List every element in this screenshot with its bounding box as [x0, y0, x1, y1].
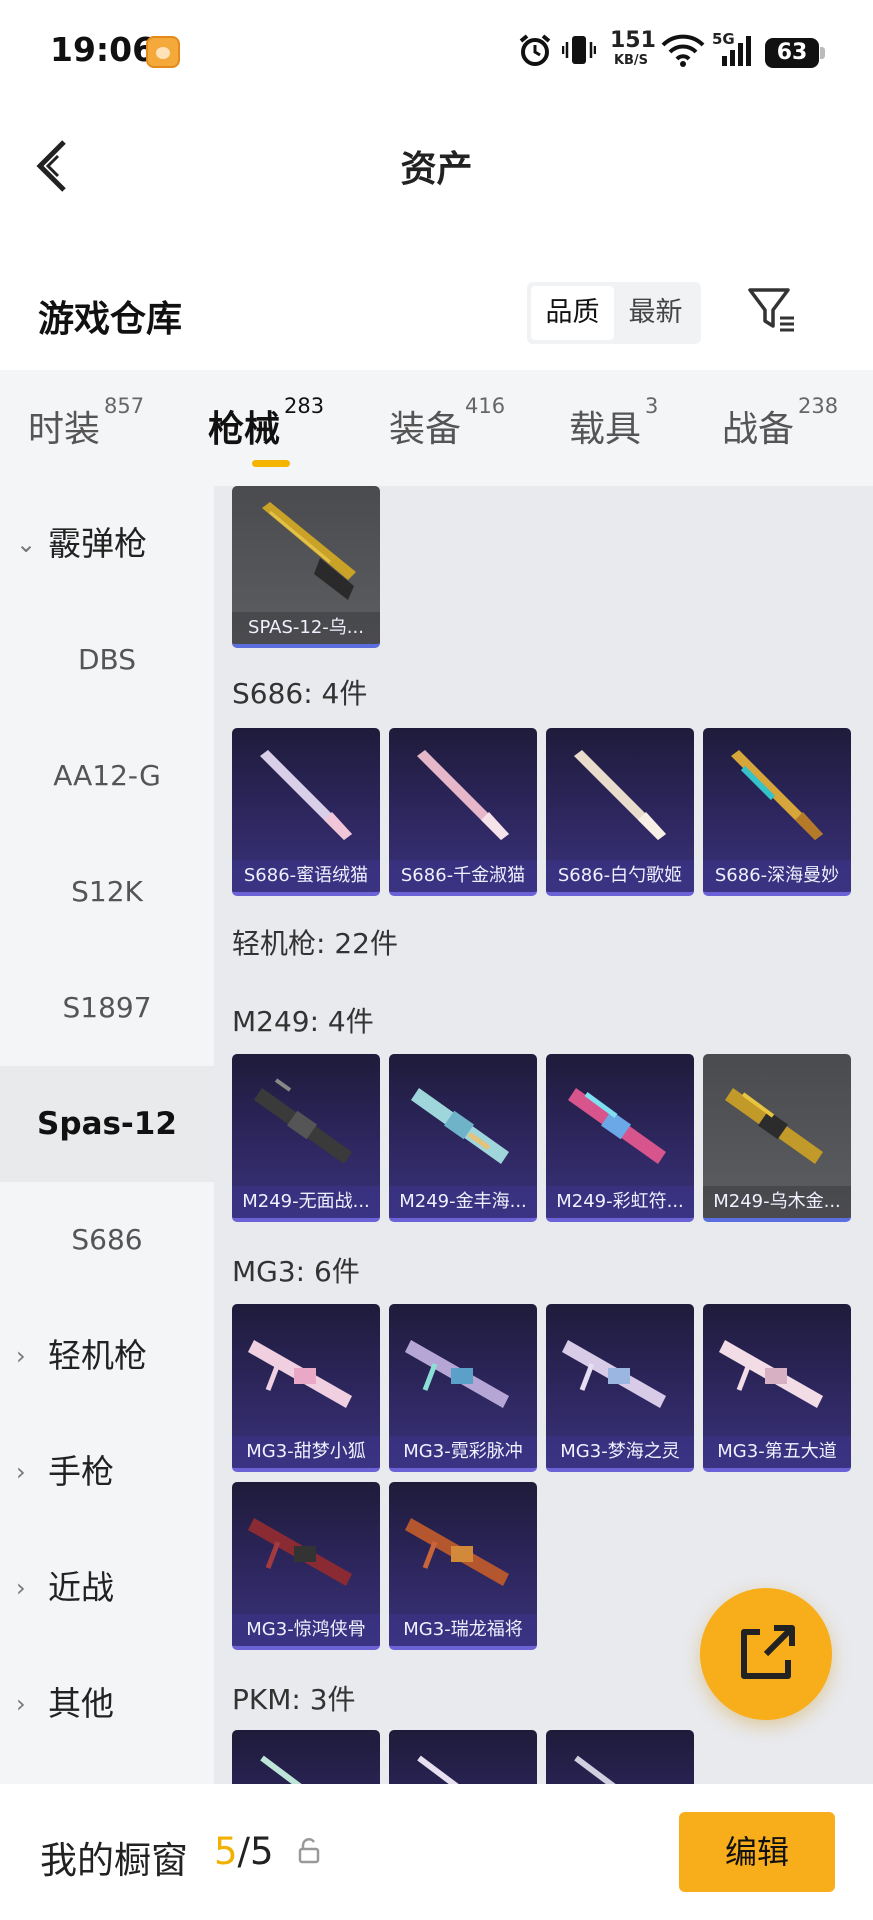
share-button[interactable] [700, 1588, 832, 1720]
weapon-card[interactable]: M249-无面战... [232, 1054, 380, 1222]
weapon-name: M249-无面战... [232, 1186, 380, 1218]
section-header-s686: S686: 4件 [232, 677, 368, 710]
sidebar-item-shotgun[interactable]: ⌄ 霰弹枪 [0, 486, 214, 602]
weapon-name: MG3-第五大道 [703, 1436, 851, 1468]
active-tab-indicator [252, 460, 290, 467]
app-notification-icon [146, 36, 180, 68]
weapon-card[interactable]: M249-乌木金... [703, 1054, 851, 1222]
tab-equipment[interactable]: 装备416 [389, 394, 505, 452]
weapon-name: M249-乌木金... [703, 1186, 851, 1218]
sidebar-item-pistol[interactable]: › 手枪 [0, 1414, 214, 1530]
weapon-name: S686-蜜语绒猫 [232, 860, 380, 892]
sidebar-item-spas12[interactable]: Spas-12 [0, 1066, 214, 1182]
weapon-name: M249-金丰海... [389, 1186, 537, 1218]
warehouse-title: 游戏仓库 [38, 299, 183, 340]
status-time: 19:06 [50, 30, 156, 69]
page-title: 资产 [400, 149, 473, 190]
weapon-name: S686-白勺歌姬 [546, 860, 694, 892]
weapon-card[interactable]: MG3-瑞龙福将 [389, 1482, 537, 1650]
weapon-card[interactable]: S686-千金淑猫 [389, 728, 537, 896]
lock-icon [298, 1838, 320, 1864]
section-header-m249: M249: 4件 [232, 1005, 374, 1038]
weapon-card[interactable]: MG3-第五大道 [703, 1304, 851, 1472]
section-header-pkm: PKM: 3件 [232, 1683, 356, 1716]
weapon-name: MG3-甜梦小狐 [232, 1436, 380, 1468]
sidebar-item-lmg[interactable]: › 轻机枪 [0, 1298, 214, 1414]
alarm-icon [516, 32, 554, 68]
shotgun-image [262, 502, 356, 600]
chevron-right-icon: › [16, 1458, 26, 1486]
sidebar-item-s12k[interactable]: S12K [0, 834, 214, 950]
weapon-card[interactable]: S686-蜜语绒猫 [232, 728, 380, 896]
filter-button[interactable] [746, 284, 798, 336]
sort-quality-option[interactable]: 品质 [531, 286, 614, 340]
share-external-icon [741, 1625, 795, 1679]
edit-button[interactable]: 编辑 [679, 1812, 835, 1892]
weapon-name: S686-深海曼妙 [703, 860, 851, 892]
section-header-mg3: MG3: 6件 [232, 1255, 360, 1288]
sort-latest-option[interactable]: 最新 [614, 286, 697, 340]
weapon-name: MG3-霓彩脉冲 [389, 1436, 537, 1468]
weapon-card[interactable]: MG3-惊鸿侠骨 [232, 1482, 380, 1650]
sidebar-item-s1897[interactable]: S1897 [0, 950, 214, 1066]
status-bar: 19:06 151 KB/S 5G 63 [0, 0, 873, 100]
weapon-name: M249-彩虹符... [546, 1186, 694, 1218]
chevron-right-icon: › [16, 1342, 26, 1370]
weapon-card[interactable]: MG3-甜梦小狐 [232, 1304, 380, 1472]
weapon-card[interactable]: S686-白勺歌姬 [546, 728, 694, 896]
weapon-card[interactable]: SPAS-12-乌... [232, 486, 380, 648]
weapon-card[interactable]: M249-金丰海... [389, 1054, 537, 1222]
weapon-type-sidebar: ⌄ 霰弹枪 DBS AA12-G S12K S1897 Spas-12 S686 … [0, 486, 214, 1784]
sidebar-item-s686[interactable]: S686 [0, 1182, 214, 1298]
weapon-name: MG3-瑞龙福将 [389, 1614, 537, 1646]
showcase-label: 我的橱窗 [40, 1839, 188, 1882]
tab-vehicles[interactable]: 载具3 [569, 394, 658, 452]
showcase-count: 5/5 [214, 1830, 274, 1873]
category-tabs: 时装857 枪械283 装备416 载具3 战备238 [0, 370, 873, 486]
signal-icon [718, 32, 756, 68]
weapon-card[interactable] [546, 1730, 694, 1784]
tab-firearms[interactable]: 枪械283 [208, 394, 324, 452]
weapon-card[interactable]: S686-深海曼妙 [703, 728, 851, 896]
weapon-card[interactable]: MG3-梦海之灵 [546, 1304, 694, 1472]
weapon-name: MG3-梦海之灵 [546, 1436, 694, 1468]
vibrate-icon [561, 32, 597, 68]
sidebar-item-melee[interactable]: › 近战 [0, 1530, 214, 1646]
weapon-name: S686-千金淑猫 [389, 860, 537, 892]
chevron-right-icon: › [16, 1574, 26, 1602]
section-header-lmg: 轻机枪: 22件 [232, 927, 398, 960]
weapon-card[interactable]: MG3-霓彩脉冲 [389, 1304, 537, 1472]
chevron-right-icon: › [16, 1690, 26, 1718]
sort-toggle: 品质 最新 [527, 282, 701, 344]
sidebar-item-aa12g[interactable]: AA12-G [0, 718, 214, 834]
weapon-card[interactable] [389, 1730, 537, 1784]
tab-fashion[interactable]: 时装857 [28, 394, 144, 452]
sidebar-item-dbs[interactable]: DBS [0, 602, 214, 718]
filter-icon [748, 288, 794, 332]
network-speed: 151 KB/S [610, 28, 656, 69]
battery-indicator: 63 [765, 38, 825, 68]
sidebar-item-other[interactable]: › 其他 [0, 1646, 214, 1762]
weapon-card[interactable] [232, 1730, 380, 1784]
wifi-icon [660, 32, 706, 68]
weapon-card[interactable]: M249-彩虹符... [546, 1054, 694, 1222]
weapon-name: SPAS-12-乌... [232, 612, 380, 644]
chevron-down-icon: ⌄ [16, 530, 37, 558]
weapon-name: MG3-惊鸿侠骨 [232, 1614, 380, 1646]
tab-combat-gear[interactable]: 战备238 [722, 394, 838, 452]
